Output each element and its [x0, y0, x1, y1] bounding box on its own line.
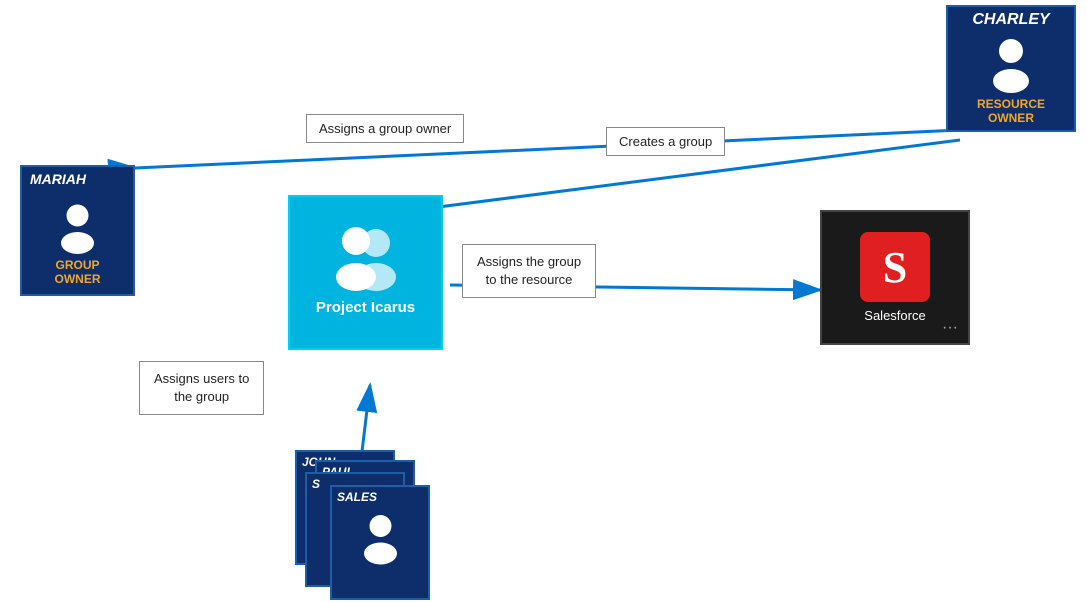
label-creates-group: Creates a group: [606, 127, 725, 156]
project-icarus-card: Project Icarus: [288, 195, 443, 350]
sales-name: SALES: [332, 487, 428, 507]
salesforce-label: Salesforce: [864, 308, 925, 323]
label-assigns-group-resource: Assigns the groupto the resource: [462, 244, 596, 298]
charley-name: CHARLEY: [960, 7, 1061, 33]
label-assigns-users: Assigns users tothe group: [139, 361, 264, 415]
charley-avatar: [981, 33, 1041, 93]
salesforce-logo: S: [860, 232, 930, 302]
mariah-name: MARIAH: [22, 167, 133, 191]
salesforce-card: S Salesforce ···: [820, 210, 970, 345]
label-assigns-group-owner: Assigns a group owner: [306, 114, 464, 143]
salesforce-dots: ···: [942, 319, 958, 337]
mariah-role: GROUPOWNER: [55, 258, 101, 286]
mariah-avatar: [50, 199, 105, 254]
arrow-assigns-group-owner: [135, 130, 960, 168]
group-icon: [321, 225, 411, 295]
sales-avatar: [353, 507, 408, 567]
mariah-card: MARIAH GROUPOWNER: [20, 165, 135, 296]
sales-card: SALES: [330, 485, 430, 600]
project-icarus-label: Project Icarus: [312, 295, 419, 320]
charley-card: CHARLEY RESOURCEOWNER: [946, 5, 1076, 132]
charley-role: RESOURCEOWNER: [973, 93, 1049, 130]
